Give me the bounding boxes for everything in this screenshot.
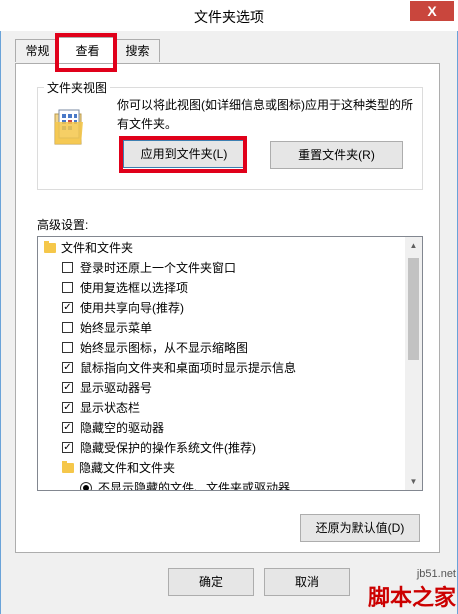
setting-label: 始终显示图标，从不显示缩略图 (80, 341, 249, 355)
advanced-settings-tree[interactable]: 文件和文件夹 登录时还原上一个文件夹窗口 使用复选框以选择项 ✓ 使用共享向导(… (37, 236, 423, 491)
tree-item-label: 隐藏文件和文件夹 (79, 461, 176, 475)
setting-label: 使用复选框以选择项 (80, 281, 189, 295)
checkbox-unchecked[interactable] (62, 262, 73, 273)
checkbox-checked[interactable]: ✓ (62, 442, 73, 453)
checkbox-checked[interactable]: ✓ (62, 382, 73, 393)
checkbox-checked[interactable]: ✓ (62, 402, 73, 413)
close-button[interactable]: X (410, 1, 454, 21)
apply-button-highlight-box (119, 136, 247, 173)
reset-folders-button[interactable]: 重置文件夹(R) (270, 141, 403, 169)
scroll-thumb[interactable] (408, 258, 419, 360)
tab-search[interactable]: 搜索 (115, 39, 160, 62)
folder-icon (44, 241, 56, 253)
watermark-name: 脚本之家 (367, 586, 456, 611)
folder-views-title: 文件夹视图 (44, 79, 111, 96)
setting-label: 不显示隐藏的文件、文件夹或驱动器 (98, 481, 291, 491)
restore-defaults-button[interactable]: 还原为默认值(D) (300, 514, 420, 542)
checkbox-checked[interactable]: ✓ (62, 362, 73, 373)
setting-label: 隐藏空的驱动器 (80, 421, 165, 435)
checkbox-unchecked[interactable] (62, 282, 73, 293)
folder-icon (62, 461, 74, 473)
scroll-down-arrow-icon[interactable]: ▼ (405, 473, 422, 490)
setting-label: 显示驱动器号 (80, 381, 153, 395)
watermark: jb51.net 脚本之家 (368, 568, 456, 612)
checkbox-checked[interactable]: ✓ (62, 302, 73, 313)
scroll-up-arrow-icon[interactable]: ▲ (405, 237, 422, 254)
window-title: 文件夹选项 (194, 9, 264, 25)
cancel-button[interactable]: 取消 (264, 568, 350, 596)
setting-label: 显示状态栏 (80, 401, 141, 415)
folder-view-icon (54, 109, 83, 145)
tab-general[interactable]: 常规 (15, 39, 60, 62)
tab-highlight-box (55, 33, 117, 72)
checkbox-checked[interactable]: ✓ (62, 422, 73, 433)
checkbox-unchecked[interactable] (62, 342, 73, 353)
setting-label: 登录时还原上一个文件夹窗口 (80, 261, 237, 275)
ok-button[interactable]: 确定 (168, 568, 254, 596)
folder-views-description: 你可以将此视图(如详细信息或图标)应用于这种类型的所有文件夹。 (117, 98, 413, 131)
advanced-settings-label: 高级设置: (37, 218, 89, 232)
title-bar: 文件夹选项 X (0, 0, 458, 31)
setting-label: 始终显示菜单 (80, 321, 153, 335)
setting-label: 使用共享向导(推荐) (80, 301, 184, 315)
radio-selected[interactable] (80, 482, 92, 490)
watermark-url: jb51.net (416, 568, 456, 580)
tree-scrollbar[interactable]: ▲ ▼ (405, 237, 422, 490)
setting-label: 隐藏受保护的操作系统文件(推荐) (80, 441, 256, 455)
setting-label: 鼠标指向文件夹和桌面项时显示提示信息 (80, 361, 297, 375)
checkbox-unchecked[interactable] (62, 322, 73, 333)
tree-item-label: 文件和文件夹 (61, 241, 134, 255)
